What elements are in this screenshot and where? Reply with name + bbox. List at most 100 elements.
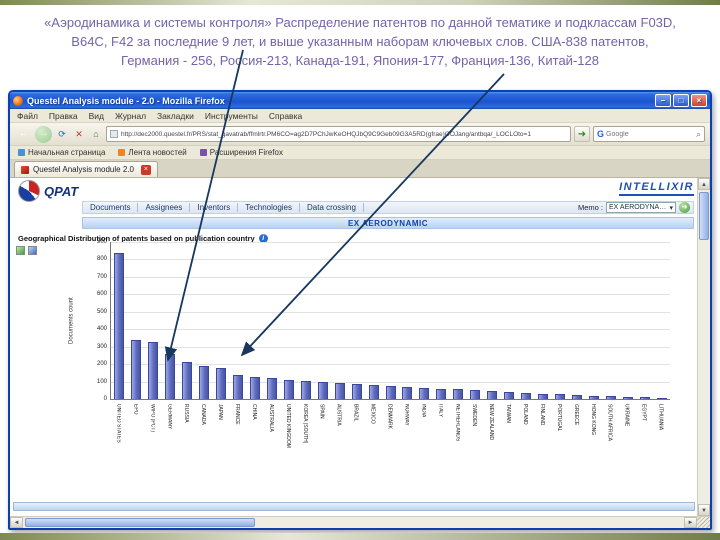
search-bar[interactable]: G ⌕ bbox=[593, 126, 705, 142]
horizontal-scroll-thumb[interactable] bbox=[25, 518, 255, 527]
x-tick-label: UKRAINE bbox=[623, 404, 630, 427]
menu-item[interactable]: Вид bbox=[89, 111, 104, 121]
x-tick-label: NETHERLANDS bbox=[454, 404, 461, 442]
x-tick-label: UNITED STATES bbox=[115, 404, 122, 443]
x-tick-label: FINLAND bbox=[538, 404, 545, 426]
y-tick-label: 700 bbox=[96, 273, 107, 280]
bar-japan bbox=[216, 368, 227, 399]
x-tick-label: PORTUGAL bbox=[555, 404, 562, 432]
menu-item[interactable]: Журнал bbox=[115, 111, 146, 121]
x-tick-label: FRANCE bbox=[234, 404, 241, 425]
page-footer-bar bbox=[13, 502, 695, 511]
magnifier-icon[interactable]: ⌕ bbox=[696, 129, 701, 140]
bar-netherlands bbox=[453, 389, 464, 399]
address-bar[interactable] bbox=[106, 126, 571, 142]
headline-line-2: B64C, F42 за последние 9 лет, и выше ука… bbox=[71, 34, 649, 49]
stop-icon[interactable]: ✕ bbox=[72, 127, 86, 142]
tab-close-icon[interactable]: × bbox=[140, 164, 151, 175]
scroll-left-icon[interactable]: ◄ bbox=[10, 517, 23, 528]
x-tick-label: GERMANY bbox=[166, 404, 173, 430]
home-icon[interactable]: ⌂ bbox=[89, 127, 103, 142]
search-input[interactable] bbox=[606, 130, 694, 138]
page-icon bbox=[110, 130, 118, 138]
x-tick-label: INDIA bbox=[420, 404, 427, 418]
menu-item[interactable]: Инструменты bbox=[205, 111, 258, 121]
scroll-track[interactable] bbox=[257, 517, 684, 528]
x-tick-label: POLAND bbox=[522, 404, 528, 425]
x-tick-label: SOUTH AFRICA bbox=[606, 404, 613, 441]
slide-top-band bbox=[0, 0, 720, 5]
gridline bbox=[111, 259, 670, 261]
memo-control: Memo : EX AERODYNAMIC ▾ ➜ bbox=[578, 202, 693, 213]
x-tick-label: CANADA bbox=[200, 404, 207, 425]
scroll-up-icon[interactable]: ▲ bbox=[698, 178, 710, 190]
bar-greece bbox=[571, 395, 582, 399]
url-input[interactable] bbox=[121, 130, 567, 138]
memo-dropdown[interactable]: EX AERODYNAMIC ▾ bbox=[606, 202, 676, 213]
app-nav-item[interactable]: Data crossing bbox=[300, 203, 364, 212]
app-nav-item[interactable]: Inventors bbox=[190, 203, 239, 212]
app-nav-item[interactable]: Technologies bbox=[238, 203, 300, 212]
menu-item[interactable]: Правка bbox=[49, 111, 78, 121]
menu-item[interactable]: Файл bbox=[17, 111, 38, 121]
gridline bbox=[111, 294, 670, 296]
scroll-down-icon[interactable]: ▼ bbox=[698, 504, 710, 516]
y-tick-label: 500 bbox=[96, 308, 107, 315]
bookmarks-bar: Начальная страница Лента новостей Расширен… bbox=[10, 146, 710, 160]
x-tick-label: DENMARK bbox=[386, 404, 393, 430]
bookmark-item[interactable]: Начальная страница bbox=[18, 148, 105, 157]
close-button[interactable]: × bbox=[691, 94, 707, 107]
app-nav-items: Documents Assignees Inventors Technologies D… bbox=[83, 203, 364, 212]
google-engine-icon[interactable]: G bbox=[597, 129, 604, 139]
memo-go-icon[interactable]: ➜ bbox=[679, 202, 690, 213]
bookmark-item[interactable]: Расширения Firefox bbox=[200, 148, 283, 157]
chart-export-tools bbox=[16, 246, 37, 255]
tab-questel-analysis[interactable]: Questel Analysis module 2.0 × bbox=[14, 161, 158, 177]
bar-portugal bbox=[554, 394, 565, 399]
y-tick-label: 400 bbox=[96, 326, 107, 333]
vertical-scroll-thumb[interactable] bbox=[699, 192, 709, 240]
menu-item[interactable]: Закладки bbox=[157, 111, 194, 121]
bar-china bbox=[249, 376, 260, 399]
headline-line-3: Германия - 256, Россия-213, Канада-191, … bbox=[121, 53, 599, 68]
bar-korea-south- bbox=[300, 381, 311, 399]
scroll-right-icon[interactable]: ► bbox=[684, 517, 697, 528]
forward-icon[interactable]: → bbox=[35, 125, 52, 143]
horizontal-scrollbar[interactable]: ◄ ► bbox=[10, 516, 710, 528]
vertical-scrollbar[interactable]: ▲ ▼ bbox=[697, 178, 710, 516]
gridline bbox=[111, 276, 670, 278]
x-tick-label: NEW ZEALAND bbox=[488, 404, 495, 441]
bar-australia bbox=[266, 378, 277, 399]
reload-icon[interactable]: ⟳ bbox=[55, 127, 69, 142]
go-icon[interactable]: ➜ bbox=[574, 126, 590, 142]
app-nav-item[interactable]: Assignees bbox=[138, 203, 191, 212]
x-tick-label: RUSSIA bbox=[183, 404, 190, 423]
gridline bbox=[111, 329, 670, 331]
menu-item[interactable]: Справка bbox=[269, 111, 302, 121]
window-titlebar[interactable]: Questel Analysis module - 2.0 - Mozilla … bbox=[10, 92, 710, 109]
x-tick-label: LITHUANIA bbox=[657, 404, 664, 431]
qpat-logo[interactable]: QPAT bbox=[18, 180, 78, 202]
x-tick-label: BRAZIL bbox=[352, 404, 359, 422]
page-content: QPAT INTELLIXIR Documents Assignees Invent… bbox=[10, 178, 710, 516]
back-icon[interactable]: ← bbox=[15, 126, 32, 143]
bar-canada bbox=[199, 365, 210, 399]
bar-norway bbox=[402, 386, 413, 399]
x-tick-label: AUSTRALIA bbox=[267, 404, 274, 432]
bookmark-item[interactable]: Лента новостей bbox=[118, 148, 186, 157]
resize-grip[interactable] bbox=[697, 517, 710, 528]
bar-new-zealand bbox=[487, 391, 498, 399]
maximize-button[interactable]: □ bbox=[673, 94, 689, 107]
minimize-button[interactable]: – bbox=[655, 94, 671, 107]
headline-line-1: «Аэродинамика и системы контроля» Распре… bbox=[44, 15, 676, 30]
export-excel-icon[interactable] bbox=[16, 246, 25, 255]
app-nav: Documents Assignees Inventors Technologies D… bbox=[82, 201, 694, 214]
x-tick-label: UNITED KINGDOM bbox=[284, 404, 291, 448]
bar-hong-kong bbox=[588, 395, 599, 399]
gridline bbox=[111, 242, 670, 243]
bar-germany bbox=[165, 354, 176, 399]
bar-mexico bbox=[368, 384, 379, 399]
app-nav-item[interactable]: Documents bbox=[83, 203, 139, 212]
export-image-icon[interactable] bbox=[28, 246, 37, 255]
gridline bbox=[111, 346, 670, 348]
